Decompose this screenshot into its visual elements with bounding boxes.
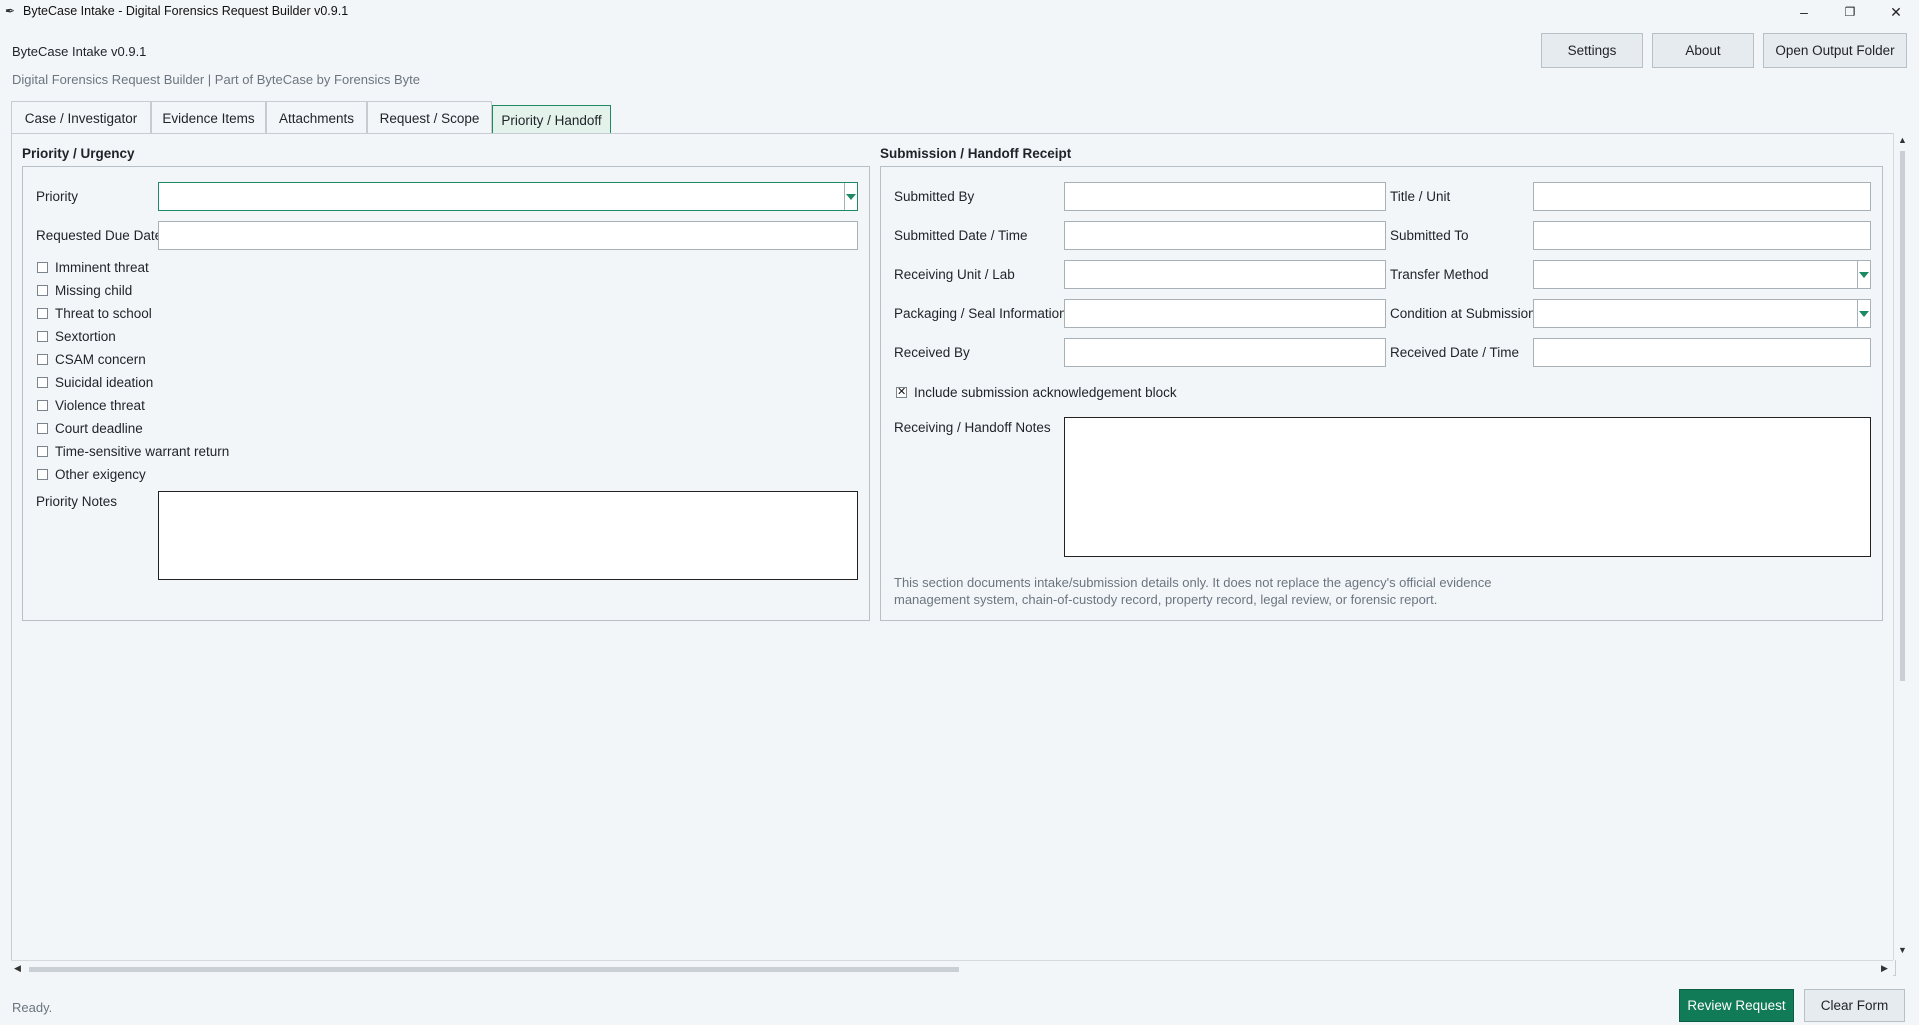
app-subtitle: Digital Forensics Request Builder | Part… bbox=[12, 72, 420, 87]
checkbox-imminent-threat[interactable]: Imminent threat bbox=[37, 258, 149, 276]
checkbox-label: Suicidal ideation bbox=[55, 374, 154, 390]
checkbox-label: Imminent threat bbox=[55, 259, 149, 275]
handoff-notes-textarea[interactable] bbox=[1064, 417, 1871, 557]
handoff-disclaimer: This section documents intake/submission… bbox=[894, 574, 1491, 608]
settings-button[interactable]: Settings bbox=[1541, 33, 1643, 68]
window-title: ByteCase Intake - Digital Forensics Requ… bbox=[23, 4, 349, 18]
checkbox-box[interactable] bbox=[37, 468, 48, 480]
tab-attachments[interactable]: Attachments bbox=[266, 101, 367, 135]
horizontal-scrollbar[interactable]: ◀ ▶ bbox=[11, 960, 1893, 977]
checkbox-suicidal-ideation[interactable]: Suicidal ideation bbox=[37, 373, 153, 391]
checkbox-label: Sextortion bbox=[55, 328, 116, 344]
app-name: ByteCase Intake v0.9.1 bbox=[12, 44, 147, 59]
checkbox-time-sensitive-warrant[interactable]: Time-sensitive warrant return bbox=[37, 442, 229, 460]
checkbox-label: CSAM concern bbox=[55, 351, 146, 367]
submitted-by-label: Submitted By bbox=[894, 189, 975, 204]
received-by-input[interactable] bbox=[1064, 338, 1386, 367]
chevron-down-icon[interactable] bbox=[844, 183, 857, 210]
checkbox-box[interactable] bbox=[37, 261, 48, 273]
checkbox-other-exigency[interactable]: Other exigency bbox=[37, 465, 146, 483]
checkbox-label: Other exigency bbox=[55, 466, 146, 482]
ack-checkbox-label: Include submission acknowledgement block bbox=[914, 384, 1177, 400]
checkbox-threat-to-school[interactable]: Threat to school bbox=[37, 304, 152, 322]
handoff-group-title: Submission / Handoff Receipt bbox=[880, 146, 1072, 161]
priority-notes-textarea[interactable] bbox=[158, 491, 858, 580]
submitted-datetime-label: Submitted Date / Time bbox=[894, 228, 1028, 243]
handoff-notes-label: Receiving / Handoff Notes bbox=[894, 420, 1051, 435]
checkbox-box[interactable] bbox=[37, 445, 48, 457]
scroll-right-icon[interactable]: ▶ bbox=[1881, 963, 1888, 974]
submitted-to-input[interactable] bbox=[1533, 221, 1871, 250]
received-by-label: Received By bbox=[894, 345, 970, 360]
tab-case-investigator[interactable]: Case / Investigator bbox=[11, 101, 151, 135]
title-unit-input[interactable] bbox=[1533, 182, 1871, 211]
disclaimer-line: This section documents intake/submission… bbox=[894, 575, 1492, 590]
checkbox-box[interactable] bbox=[37, 399, 48, 411]
scrollbar-thumb[interactable] bbox=[1900, 151, 1905, 681]
condition-select[interactable] bbox=[1533, 299, 1871, 328]
tab-request-scope[interactable]: Request / Scope bbox=[367, 101, 492, 135]
title-bar: ✒ ByteCase Intake - Digital Forensics Re… bbox=[0, 0, 1919, 24]
received-datetime-input[interactable] bbox=[1533, 338, 1871, 367]
checkbox-box[interactable] bbox=[37, 284, 48, 296]
receiving-unit-input[interactable] bbox=[1064, 260, 1386, 289]
chevron-down-icon[interactable] bbox=[1857, 261, 1870, 288]
submitted-by-input[interactable] bbox=[1064, 182, 1386, 211]
submitted-datetime-input[interactable] bbox=[1064, 221, 1386, 250]
checkbox-missing-child[interactable]: Missing child bbox=[37, 281, 132, 299]
due-date-label: Requested Due Date bbox=[36, 228, 163, 243]
packaging-input[interactable] bbox=[1064, 299, 1386, 328]
checkbox-box[interactable] bbox=[37, 376, 48, 388]
priority-notes-label: Priority Notes bbox=[36, 494, 118, 509]
transfer-method-select[interactable] bbox=[1533, 260, 1871, 289]
scrollbar-thumb[interactable] bbox=[29, 967, 959, 972]
checkbox-box[interactable] bbox=[37, 353, 48, 365]
checkbox-label: Threat to school bbox=[55, 305, 152, 321]
status-text: Ready. bbox=[12, 1000, 53, 1015]
packaging-label: Packaging / Seal Information bbox=[894, 306, 1067, 321]
checkbox-sextortion[interactable]: Sextortion bbox=[37, 327, 116, 345]
checkbox-label: Violence threat bbox=[55, 397, 145, 413]
review-request-button[interactable]: Review Request bbox=[1679, 989, 1794, 1022]
ack-checkbox[interactable]: Include submission acknowledgement block bbox=[896, 383, 1177, 401]
minimize-button[interactable]: – bbox=[1781, 0, 1827, 24]
chevron-down-icon[interactable] bbox=[1857, 300, 1870, 327]
priority-select[interactable] bbox=[158, 182, 858, 211]
transfer-method-label: Transfer Method bbox=[1390, 267, 1489, 282]
due-date-input[interactable] bbox=[158, 221, 858, 250]
checkbox-box[interactable] bbox=[896, 385, 907, 398]
condition-label: Condition at Submission bbox=[1390, 306, 1536, 321]
scroll-left-icon[interactable]: ◀ bbox=[14, 963, 21, 974]
close-button[interactable]: ✕ bbox=[1873, 0, 1919, 24]
checkbox-label: Missing child bbox=[55, 282, 133, 298]
priority-label: Priority bbox=[36, 189, 79, 204]
checkbox-box[interactable] bbox=[37, 307, 48, 319]
checkbox-box[interactable] bbox=[37, 422, 48, 434]
feather-icon: ✒ bbox=[5, 4, 16, 18]
checkbox-court-deadline[interactable]: Court deadline bbox=[37, 419, 143, 437]
tab-evidence-items[interactable]: Evidence Items bbox=[151, 101, 266, 135]
checkbox-label: Court deadline bbox=[55, 420, 143, 436]
checkbox-violence-threat[interactable]: Violence threat bbox=[37, 396, 145, 414]
submitted-to-label: Submitted To bbox=[1390, 228, 1469, 243]
tab-priority-handoff[interactable]: Priority / Handoff bbox=[492, 105, 611, 135]
checkbox-box[interactable] bbox=[37, 330, 48, 342]
disclaimer-line: management system, chain-of-custody reco… bbox=[894, 592, 1438, 607]
vertical-scrollbar[interactable]: ▲ ▼ bbox=[1893, 133, 1910, 960]
scroll-up-icon[interactable]: ▲ bbox=[1898, 135, 1907, 145]
checkbox-csam-concern[interactable]: CSAM concern bbox=[37, 350, 146, 368]
priority-group-title: Priority / Urgency bbox=[22, 146, 135, 161]
received-datetime-label: Received Date / Time bbox=[1390, 345, 1520, 360]
title-unit-label: Title / Unit bbox=[1390, 189, 1451, 204]
maximize-button[interactable]: ❐ bbox=[1827, 0, 1873, 24]
clear-form-button[interactable]: Clear Form bbox=[1804, 989, 1905, 1022]
scroll-down-icon[interactable]: ▼ bbox=[1898, 945, 1907, 955]
receiving-unit-label: Receiving Unit / Lab bbox=[894, 267, 1015, 282]
open-output-folder-button[interactable]: Open Output Folder bbox=[1763, 33, 1907, 68]
checkbox-label: Time-sensitive warrant return bbox=[55, 443, 230, 459]
about-button[interactable]: About bbox=[1652, 33, 1754, 68]
